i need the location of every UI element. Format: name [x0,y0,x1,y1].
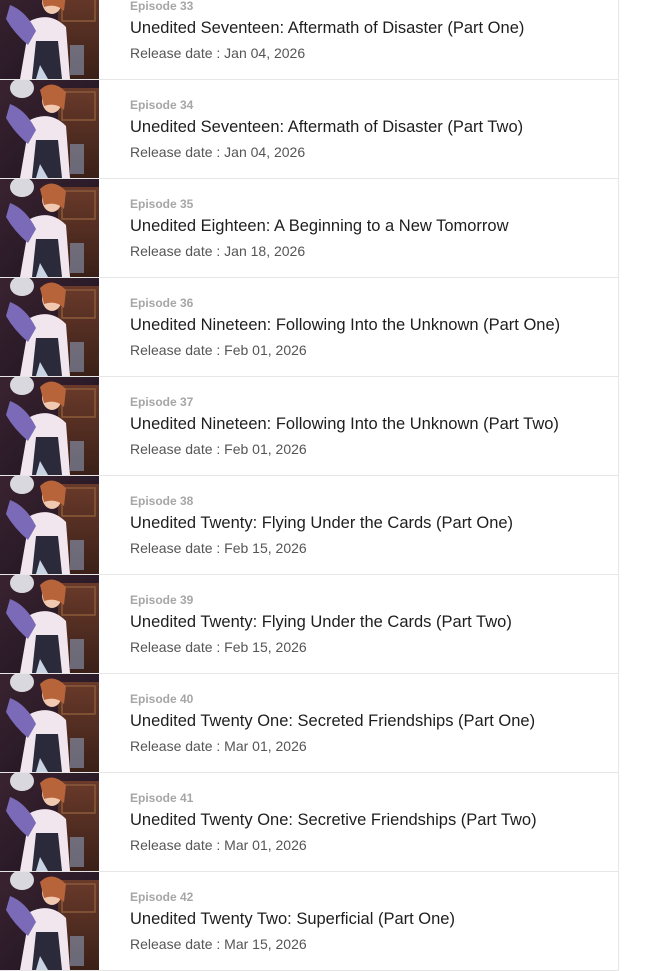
cover-art-thumbnail[interactable] [0,377,99,475]
release-date: Release date : Jan 04, 2026 [130,144,306,160]
release-date: Release date : Mar 01, 2026 [130,738,307,754]
cover-art-thumbnail[interactable] [0,278,99,376]
cover-art-thumbnail[interactable] [0,674,99,772]
episode-title[interactable]: Unedited Twenty: Flying Under the Cards … [130,514,513,533]
release-date: Release date : Feb 15, 2026 [130,639,307,655]
episode-number: Episode 40 [130,692,194,706]
episode-number: Episode 36 [130,296,194,310]
cover-art-thumbnail[interactable] [0,476,99,574]
cover-art-thumbnail[interactable] [0,773,99,871]
release-date: Release date : Feb 01, 2026 [130,342,307,358]
episode-title[interactable]: Unedited Twenty: Flying Under the Cards … [130,613,512,632]
episode-title[interactable]: Unedited Nineteen: Following Into the Un… [130,316,560,335]
episode-title[interactable]: Unedited Nineteen: Following Into the Un… [130,415,559,434]
list-item[interactable]: Episode 33 Unedited Seventeen: Aftermath… [0,0,618,80]
release-date: Release date : Jan 18, 2026 [130,243,306,259]
episode-number: Episode 37 [130,395,194,409]
episode-title[interactable]: Unedited Seventeen: Aftermath of Disaste… [130,19,524,38]
release-date: Release date : Mar 01, 2026 [130,837,307,853]
cover-art-thumbnail[interactable] [0,179,99,277]
episode-title[interactable]: Unedited Twenty Two: Superficial (Part O… [130,910,455,929]
cover-art-thumbnail[interactable] [0,575,99,673]
episode-number: Episode 41 [130,791,194,805]
episode-list: Episode 33 Unedited Seventeen: Aftermath… [0,0,619,971]
list-item[interactable]: Episode 41 Unedited Twenty One: Secretiv… [0,773,618,872]
release-date: Release date : Feb 15, 2026 [130,540,307,556]
list-item[interactable]: Episode 42 Unedited Twenty Two: Superfic… [0,872,618,971]
list-item[interactable]: Episode 34 Unedited Seventeen: Aftermath… [0,80,618,179]
release-date: Release date : Feb 01, 2026 [130,441,307,457]
episode-number: Episode 33 [130,0,194,13]
episode-number: Episode 42 [130,890,194,904]
list-item[interactable]: Episode 36 Unedited Nineteen: Following … [0,278,618,377]
cover-art-thumbnail[interactable] [0,0,99,79]
episode-number: Episode 35 [130,197,194,211]
list-item[interactable]: Episode 37 Unedited Nineteen: Following … [0,377,618,476]
list-item[interactable]: Episode 38 Unedited Twenty: Flying Under… [0,476,618,575]
episode-title[interactable]: Unedited Eighteen: A Beginning to a New … [130,217,509,236]
list-item[interactable]: Episode 39 Unedited Twenty: Flying Under… [0,575,618,674]
episode-number: Episode 39 [130,593,194,607]
list-item[interactable]: Episode 40 Unedited Twenty One: Secreted… [0,674,618,773]
cover-art-thumbnail[interactable] [0,872,99,970]
release-date: Release date : Jan 04, 2026 [130,45,306,61]
cover-art-thumbnail[interactable] [0,80,99,178]
list-item[interactable]: Episode 35 Unedited Eighteen: A Beginnin… [0,179,618,278]
release-date: Release date : Mar 15, 2026 [130,936,307,952]
episode-title[interactable]: Unedited Twenty One: Secretive Friendshi… [130,811,537,830]
episode-number: Episode 34 [130,98,194,112]
episode-title[interactable]: Unedited Twenty One: Secreted Friendship… [130,712,535,731]
episode-title[interactable]: Unedited Seventeen: Aftermath of Disaste… [130,118,523,137]
episode-number: Episode 38 [130,494,194,508]
